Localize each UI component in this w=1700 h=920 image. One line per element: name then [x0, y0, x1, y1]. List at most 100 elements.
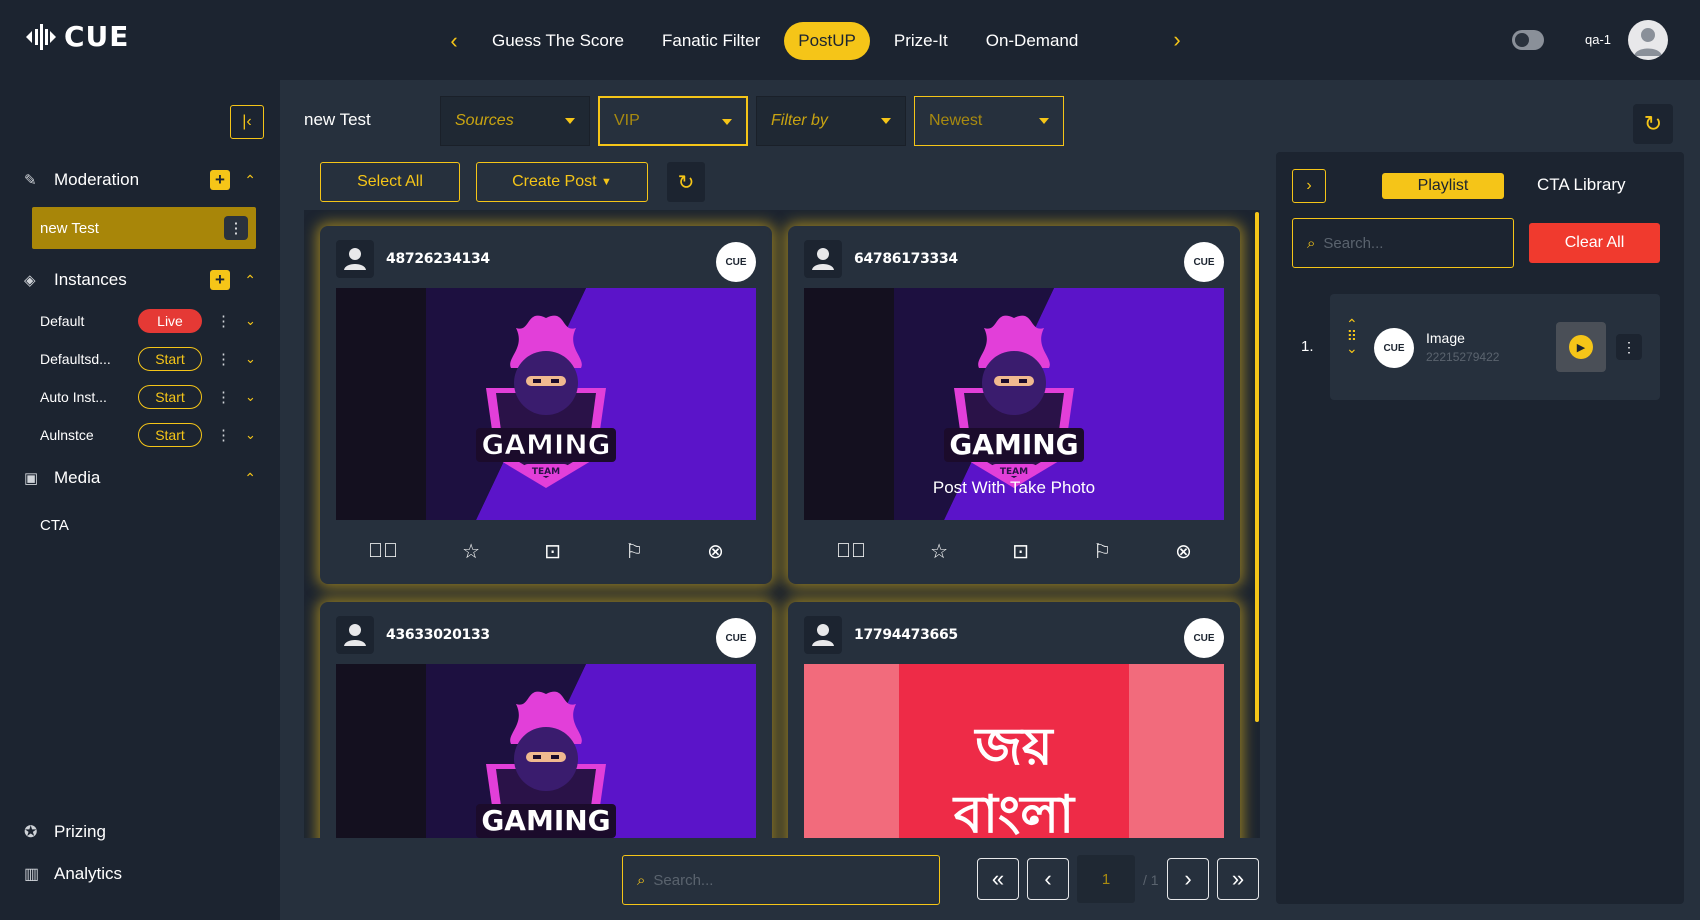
instance-row[interactable]: Aulnstce Start ⋮ ⌄ — [40, 422, 260, 448]
chevron-up-icon[interactable]: ⌃ — [244, 172, 256, 189]
kebab-menu-icon[interactable]: ⋮ — [224, 216, 248, 240]
refresh-icon[interactable]: ↻ — [1633, 104, 1673, 144]
instance-row[interactable]: Defaultsd... Start ⋮ ⌄ — [40, 346, 260, 372]
tab-playlist[interactable]: Playlist — [1382, 173, 1504, 199]
vip-dropdown[interactable]: VIP — [598, 96, 748, 146]
kebab-menu-icon[interactable]: ⋮ — [1616, 334, 1642, 360]
filter-by-label: Filter by — [771, 112, 828, 129]
clear-all-button[interactable]: Clear All — [1529, 223, 1660, 263]
instance-label: Aulnstce — [40, 427, 94, 443]
cue-badge-icon: CUE — [1184, 618, 1224, 658]
post-image[interactable]: GAMING — [336, 664, 756, 838]
approve-icon[interactable]: ✓⃝ — [368, 540, 398, 563]
add-moderation-button[interactable]: + — [210, 170, 230, 190]
chevron-down-icon[interactable]: ⌄ — [245, 427, 256, 443]
nav-prev-icon[interactable]: ‹ — [440, 23, 468, 59]
nav-item-prize-it[interactable]: Prize-It — [880, 22, 962, 60]
caret-down-icon — [881, 118, 891, 124]
reject-icon[interactable]: ⊗ — [707, 539, 724, 564]
chevron-up-icon[interactable]: ⌃ — [244, 272, 256, 289]
tab-cta-library[interactable]: CTA Library — [1537, 175, 1626, 195]
instance-start-button[interactable]: Start — [138, 385, 202, 409]
nav-item-guess-the-score[interactable]: Guess The Score — [478, 22, 638, 60]
instance-row[interactable]: Auto Inst... Start ⋮ ⌄ — [40, 384, 260, 410]
caret-down-icon: ▼ — [601, 176, 612, 188]
chevron-down-icon[interactable]: ⌄ — [245, 389, 256, 405]
search-icon: ⌕ — [637, 871, 646, 889]
star-icon[interactable]: ☆ — [930, 539, 948, 564]
kebab-menu-icon[interactable]: ⋮ — [216, 350, 231, 368]
prev-page-button[interactable]: ‹ — [1027, 858, 1069, 900]
top-nav: ‹ Guess The Score Fanatic Filter PostUP … — [440, 22, 1092, 60]
bottom-search-input[interactable]: ⌕ Search... — [622, 855, 940, 905]
sidebar-item-cta[interactable]: CTA — [40, 517, 69, 534]
user-icon — [336, 616, 374, 654]
bookmark-icon[interactable]: ⊡ — [544, 539, 561, 564]
post-card[interactable]: 64786173334 CUE GAMING TEAM Post With Ta… — [788, 226, 1240, 584]
user-avatar[interactable] — [1628, 20, 1668, 60]
sidebar-item-prizing[interactable]: ✪ Prizing — [24, 822, 106, 842]
sources-dropdown[interactable]: Sources — [440, 96, 590, 146]
chevron-right-icon[interactable]: › — [1292, 169, 1326, 203]
nav-item-fanatic-filter[interactable]: Fanatic Filter — [648, 22, 774, 60]
instance-start-button[interactable]: Start — [138, 347, 202, 371]
chevron-up-icon[interactable]: ⌃ — [244, 470, 256, 487]
nav-item-postup[interactable]: PostUP — [784, 22, 870, 60]
select-all-button[interactable]: Select All — [320, 162, 460, 202]
bookmark-icon[interactable]: ⊡ — [1012, 539, 1029, 564]
kebab-menu-icon[interactable]: ⋮ — [216, 312, 231, 330]
search-placeholder: Search... — [653, 871, 714, 889]
post-header: 64786173334 — [804, 240, 958, 278]
filter-by-dropdown[interactable]: Filter by — [756, 96, 906, 146]
refresh-posts-icon[interactable]: ↻ — [667, 162, 705, 202]
moderation-header[interactable]: ✎ Moderation + ⌃ — [24, 170, 260, 190]
star-icon[interactable]: ☆ — [462, 539, 480, 564]
instance-label: Auto Inst... — [40, 389, 107, 405]
chevron-down-icon[interactable]: ⌄ — [245, 351, 256, 367]
grid-scrollbar[interactable] — [1255, 212, 1259, 722]
app-logo[interactable]: CUE — [24, 20, 129, 53]
theme-toggle[interactable] — [1512, 30, 1544, 50]
prizing-label: Prizing — [54, 822, 106, 841]
create-post-button[interactable]: Create Post ▼ — [476, 162, 648, 202]
playlist-search-input[interactable]: ⌕ Search... — [1292, 218, 1514, 268]
flag-icon[interactable]: ⚐ — [1093, 539, 1111, 564]
user-icon — [336, 240, 374, 278]
first-page-button[interactable]: « — [977, 858, 1019, 900]
drag-handle-icon[interactable]: ⌃ ⠿ ⌄ — [1346, 317, 1358, 355]
page-number-input[interactable]: 1 — [1077, 855, 1135, 903]
nav-item-on-demand[interactable]: On-Demand — [972, 22, 1093, 60]
play-button[interactable]: ▶ — [1556, 322, 1606, 372]
post-card[interactable]: 48726234134 CUE GAMING TEAM ✓⃝ ☆ ⊡ ⚐ ⊗ — [320, 226, 772, 584]
page-total: / 1 — [1143, 872, 1159, 888]
add-instance-button[interactable]: + — [210, 270, 230, 290]
instance-start-button[interactable]: Start — [138, 423, 202, 447]
nav-next-icon[interactable]: › — [1163, 22, 1191, 58]
flag-icon[interactable]: ⚐ — [625, 539, 643, 564]
user-avatar-icon — [1634, 28, 1662, 56]
kebab-menu-icon[interactable]: ⋮ — [216, 388, 231, 406]
collapse-sidebar-button[interactable]: |‹ — [230, 105, 264, 139]
sort-dropdown[interactable]: Newest — [914, 96, 1064, 146]
post-image[interactable]: জয় বাংলা — [804, 664, 1224, 838]
chevron-down-icon[interactable]: ⌄ — [245, 313, 256, 329]
page-title: new Test — [304, 110, 371, 129]
media-header[interactable]: ▣ Media ⌃ — [24, 468, 260, 488]
last-page-button[interactable]: » — [1217, 858, 1259, 900]
instance-row[interactable]: Default Live ⋮ ⌄ — [40, 308, 260, 334]
next-page-button[interactable]: › — [1167, 858, 1209, 900]
kebab-menu-icon[interactable]: ⋮ — [216, 426, 231, 444]
post-card[interactable]: 17794473665 CUE জয় বাংলা — [788, 602, 1240, 838]
search-placeholder: Search... — [1323, 234, 1384, 252]
sidebar-item-analytics[interactable]: ▥ Analytics — [24, 864, 122, 884]
post-card[interactable]: 43633020133 CUE GAMING — [320, 602, 772, 838]
instance-status-live[interactable]: Live — [138, 309, 202, 333]
reject-icon[interactable]: ⊗ — [1175, 539, 1192, 564]
gaming-text: GAMING — [481, 428, 610, 461]
post-image[interactable]: GAMING TEAM — [336, 288, 756, 520]
moderation-item-new-test[interactable]: new Test ⋮ — [32, 207, 256, 249]
instances-header[interactable]: ◈ Instances + ⌃ — [24, 270, 260, 290]
post-image[interactable]: GAMING TEAM Post With Take Photo — [804, 288, 1224, 520]
approve-icon[interactable]: ✓⃝ — [836, 540, 866, 563]
playlist-item[interactable]: ⌃ ⠿ ⌄ CUE Image 22215279422 ▶ ⋮ — [1330, 294, 1660, 400]
